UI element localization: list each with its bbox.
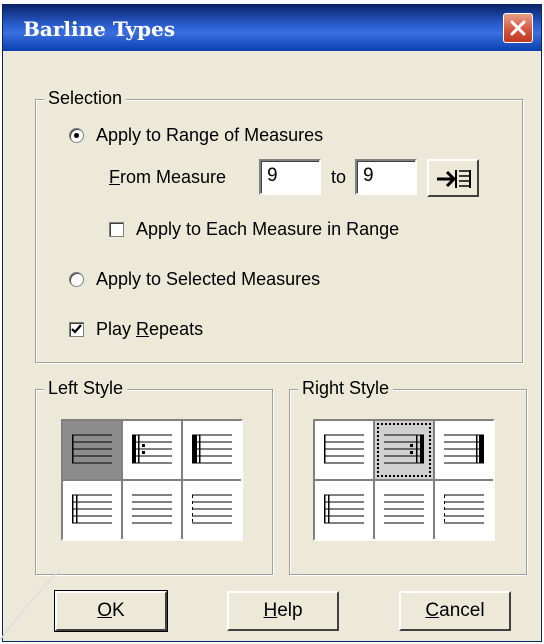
close-icon	[510, 20, 526, 36]
right-style-option-2[interactable]	[435, 421, 493, 479]
normal-barline-icon	[324, 434, 364, 464]
double-barline-icon	[72, 494, 112, 524]
dashed-barline-icon	[192, 494, 232, 524]
dashed-barline-icon	[444, 494, 484, 524]
from-mnemonic: F	[109, 167, 120, 187]
left-style-legend: Left Style	[44, 378, 128, 399]
from-label-rest: rom Measure	[120, 167, 227, 187]
help-button[interactable]: Help	[227, 591, 339, 631]
barline-types-dialog: Barline Types Selection Apply to Range o…	[2, 4, 542, 642]
right-style-grid	[313, 419, 495, 541]
play-repeats-label: Play Repeats	[96, 319, 204, 339]
from-measure-input[interactable]: 9	[259, 159, 321, 195]
close-button[interactable]	[503, 13, 533, 43]
ok-label-rest: K	[112, 600, 125, 621]
right-style-option-5[interactable]	[435, 481, 493, 539]
each-measure-option[interactable]: Apply to Each Measure in Range	[109, 219, 399, 240]
left-style-grid	[61, 419, 243, 541]
help-mnemonic: H	[263, 600, 278, 621]
left-style-option-5[interactable]	[183, 481, 241, 539]
cancel-label-rest: ancel	[439, 600, 485, 621]
each-measure-label: Apply to Each Measure in Range	[136, 219, 400, 239]
left-style-option-4[interactable]	[123, 481, 181, 539]
range-option-label: Apply to Range of Measures	[96, 125, 324, 145]
dialog-title: Barline Types	[23, 17, 176, 41]
to-measure-input[interactable]: 9	[355, 159, 417, 195]
play-repeats-option[interactable]: Play Repeats	[69, 319, 203, 340]
range-option[interactable]: Apply to Range of Measures	[69, 125, 323, 146]
right-style-legend: Right Style	[298, 378, 394, 399]
right-style-option-3[interactable]	[315, 481, 373, 539]
checkmark-icon	[71, 324, 82, 334]
play-repeats-checkbox[interactable]	[69, 322, 84, 337]
selected-measures-radio[interactable]	[69, 272, 84, 287]
selected-measures-option[interactable]: Apply to Selected Measures	[69, 269, 320, 290]
range-radio[interactable]	[69, 128, 84, 143]
repeat-end-barline-icon	[384, 434, 424, 464]
double-barline-icon	[324, 494, 364, 524]
from-measure-value: 9	[267, 165, 278, 186]
left-style-option-1[interactable]	[123, 421, 181, 479]
to-measure-value: 9	[363, 165, 374, 186]
normal-barline-icon	[72, 434, 112, 464]
selected-measures-label: Apply to Selected Measures	[96, 269, 321, 289]
final-barline-icon	[444, 434, 484, 464]
cancel-mnemonic: C	[425, 600, 440, 621]
ok-button[interactable]: OK	[54, 590, 168, 632]
no-barline-icon	[132, 494, 172, 524]
to-label: to	[331, 167, 346, 188]
select-to-end-button[interactable]	[427, 159, 479, 197]
selection-legend: Selection	[44, 88, 127, 109]
thick-start-barline-icon	[192, 434, 232, 464]
left-style-option-0[interactable]	[63, 421, 121, 479]
each-measure-checkbox[interactable]	[109, 222, 124, 237]
from-measure-label: From Measure	[109, 167, 226, 188]
left-style-option-3[interactable]	[63, 481, 121, 539]
to-label-text: to	[331, 167, 347, 187]
left-style-option-2[interactable]	[183, 421, 241, 479]
repeat-start-barline-icon	[132, 434, 172, 464]
right-style-option-4[interactable]	[375, 481, 433, 539]
right-style-option-0[interactable]	[315, 421, 373, 479]
right-style-option-1[interactable]	[375, 421, 433, 479]
cancel-button[interactable]: Cancel	[399, 591, 511, 631]
arrow-to-barline-icon	[437, 170, 471, 188]
ok-mnemonic: O	[97, 600, 113, 621]
help-label-rest: elp	[277, 600, 303, 621]
no-barline-icon	[384, 494, 424, 524]
title-bar[interactable]: Barline Types	[3, 5, 541, 51]
